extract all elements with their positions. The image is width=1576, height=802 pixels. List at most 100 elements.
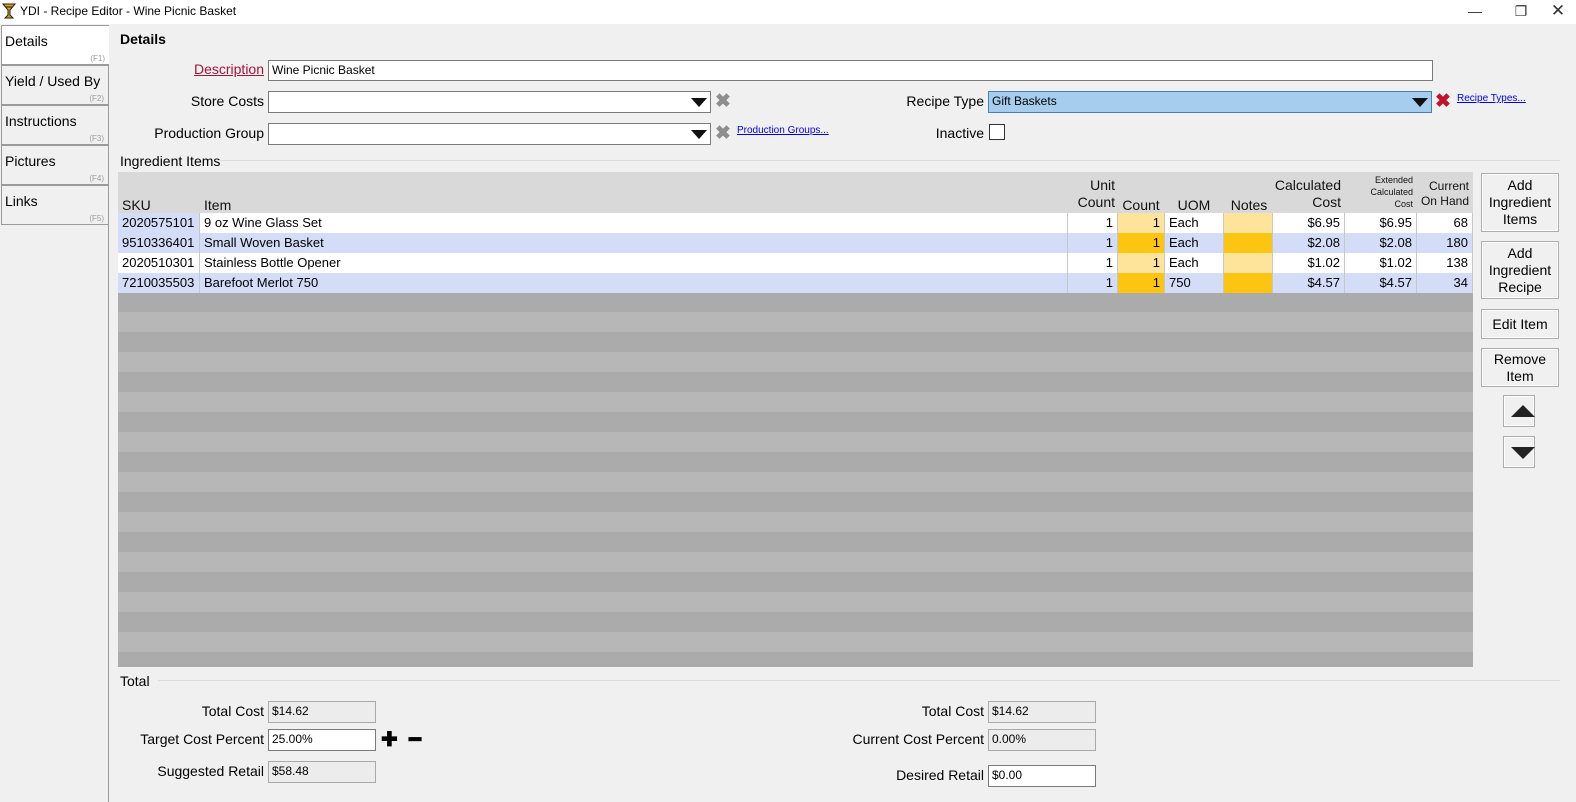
header-on-hand-line1[interactable]: Current (1416, 179, 1469, 194)
tab-instructions[interactable]: Instructions (F3) (1, 105, 109, 145)
cell-notes[interactable] (1224, 233, 1273, 253)
cell-notes[interactable] (1224, 273, 1273, 293)
cell-count[interactable]: 1 (1118, 273, 1165, 293)
add-ingredient-items-button[interactable]: Add Ingredient Items (1481, 173, 1559, 232)
cell-item[interactable]: Stainless Bottle Opener (200, 253, 1068, 273)
edit-item-button[interactable]: Edit Item (1481, 309, 1559, 339)
header-sku[interactable]: SKU (122, 197, 151, 213)
cell-unit-count[interactable]: 1 (1068, 233, 1118, 253)
cell-sku[interactable]: 2020575101 (118, 213, 200, 233)
clear-store-costs-icon[interactable]: ✖ (715, 92, 731, 111)
target-cost-percent-label: Target Cost Percent (140, 731, 264, 747)
clear-recipe-type-icon[interactable]: ✖ (1435, 92, 1451, 111)
cell-sku[interactable]: 2020510301 (118, 253, 200, 273)
cell-unit-count[interactable]: 1 (1068, 273, 1118, 293)
table-row[interactable]: 2020510301 Stainless Bottle Opener 1 1 E… (118, 253, 1473, 273)
recipe-type-select[interactable]: Gift Baskets (988, 91, 1432, 113)
remove-item-button[interactable]: Remove Item (1481, 348, 1559, 387)
tab-pictures[interactable]: Pictures (F4) (1, 145, 109, 185)
cell-on-hand[interactable]: 34 (1417, 273, 1473, 293)
clear-production-group-icon[interactable]: ✖ (715, 124, 731, 143)
cell-sku[interactable]: 9510336401 (118, 233, 200, 253)
tab-label: Details (5, 33, 48, 49)
cell-notes[interactable] (1224, 253, 1273, 273)
header-uom[interactable]: UOM (1166, 197, 1222, 213)
cell-uom[interactable]: Each (1165, 253, 1224, 273)
minimize-button[interactable]: — (1452, 0, 1498, 24)
table-row[interactable]: 7210035503 Barefoot Merlot 750 1 1 750 $… (118, 273, 1473, 293)
move-down-button[interactable] (1503, 436, 1535, 468)
production-group-label: Production Group (154, 125, 264, 141)
desired-retail-input[interactable]: $0.00 (988, 765, 1096, 787)
header-ext-cost-line3[interactable]: Cost (1345, 198, 1413, 210)
header-count[interactable]: Count (1118, 197, 1164, 213)
tab-yield-used-by[interactable]: Yield / Used By (F2) (1, 65, 109, 105)
total-cost-label: Total Cost (201, 703, 264, 719)
suggested-retail-field: $58.48 (268, 761, 376, 783)
header-ext-cost-line2[interactable]: Calculated (1345, 186, 1413, 198)
cell-item[interactable]: 9 oz Wine Glass Set (200, 213, 1068, 233)
tab-details[interactable]: Details (F1) (1, 25, 109, 65)
cell-calc-cost[interactable]: $1.02 (1273, 253, 1345, 273)
cell-count[interactable]: 1 (1118, 213, 1165, 233)
cell-sku[interactable]: 7210035503 (118, 273, 200, 293)
cell-unit-count[interactable]: 1 (1068, 253, 1118, 273)
button-line: Recipe (1498, 279, 1542, 295)
cell-calc-cost[interactable]: $6.95 (1273, 213, 1345, 233)
header-notes[interactable]: Notes (1224, 197, 1274, 213)
header-unit-count-line1[interactable]: Unit (1070, 177, 1115, 193)
cell-calc-cost[interactable]: $2.08 (1273, 233, 1345, 253)
page-title: Details (120, 31, 166, 47)
cell-on-hand[interactable]: 180 (1417, 233, 1473, 253)
total-cost-right-field: $14.62 (988, 701, 1096, 723)
header-calc-cost-line1[interactable]: Calculated (1274, 177, 1341, 193)
close-button[interactable]: ✕ (1535, 0, 1576, 24)
tab-shortcut: (F4) (89, 174, 104, 183)
target-cost-percent-input[interactable]: 25.00% (268, 729, 376, 751)
cell-ext-cost[interactable]: $6.95 (1345, 213, 1417, 233)
cell-item[interactable]: Small Woven Basket (200, 233, 1068, 253)
increase-icon[interactable]: ✚ (381, 729, 398, 751)
tab-links[interactable]: Links (F5) (1, 185, 109, 225)
header-ext-cost-line1[interactable]: Extended (1345, 174, 1413, 186)
cell-uom[interactable]: Each (1165, 213, 1224, 233)
inactive-checkbox[interactable] (989, 124, 1005, 140)
cell-unit-count[interactable]: 1 (1068, 213, 1118, 233)
cell-uom[interactable]: Each (1165, 233, 1224, 253)
suggested-retail-label: Suggested Retail (157, 763, 264, 779)
recipe-type-label: Recipe Type (906, 93, 984, 109)
production-group-select[interactable] (268, 123, 711, 145)
button-line: Add (1507, 245, 1533, 261)
cell-ext-cost[interactable]: $1.02 (1345, 253, 1417, 273)
cell-count[interactable]: 1 (1118, 253, 1165, 273)
cell-ext-cost[interactable]: $2.08 (1345, 233, 1417, 253)
cell-on-hand[interactable]: 138 (1417, 253, 1473, 273)
header-calc-cost-line2[interactable]: Cost (1274, 194, 1341, 210)
add-ingredient-recipe-button[interactable]: Add Ingredient Recipe (1481, 241, 1559, 299)
cell-item[interactable]: Barefoot Merlot 750 (200, 273, 1068, 293)
move-up-button[interactable] (1503, 395, 1535, 427)
header-item[interactable]: Item (204, 197, 231, 213)
header-on-hand-line2[interactable]: On Hand (1416, 194, 1469, 209)
chevron-down-icon (691, 130, 707, 139)
cell-ext-cost[interactable]: $4.57 (1345, 273, 1417, 293)
cell-uom[interactable]: 750 (1165, 273, 1224, 293)
decrease-icon[interactable]: ━ (409, 729, 421, 751)
total-cost-right-label: Total Cost (921, 703, 984, 719)
store-costs-select[interactable] (268, 91, 711, 113)
cell-on-hand[interactable]: 68 (1417, 213, 1473, 233)
cell-count[interactable]: 1 (1118, 233, 1165, 253)
tab-label: Links (5, 193, 38, 209)
triangle-down-icon (1511, 447, 1535, 459)
cell-notes[interactable] (1224, 213, 1273, 233)
table-row[interactable]: 9510336401 Small Woven Basket 1 1 Each $… (118, 233, 1473, 253)
description-field[interactable]: Wine Picnic Basket (268, 60, 1433, 81)
header-unit-count-line2[interactable]: Count (1070, 194, 1115, 210)
cell-calc-cost[interactable]: $4.57 (1273, 273, 1345, 293)
recipe-types-link[interactable]: Recipe Types... (1457, 93, 1526, 104)
triangle-up-icon (1511, 405, 1535, 417)
table-row[interactable]: 2020575101 9 oz Wine Glass Set 1 1 Each … (118, 213, 1473, 233)
app-icon (2, 3, 16, 19)
tab-label: Pictures (5, 153, 56, 169)
production-groups-link[interactable]: Production Groups... (737, 125, 829, 136)
